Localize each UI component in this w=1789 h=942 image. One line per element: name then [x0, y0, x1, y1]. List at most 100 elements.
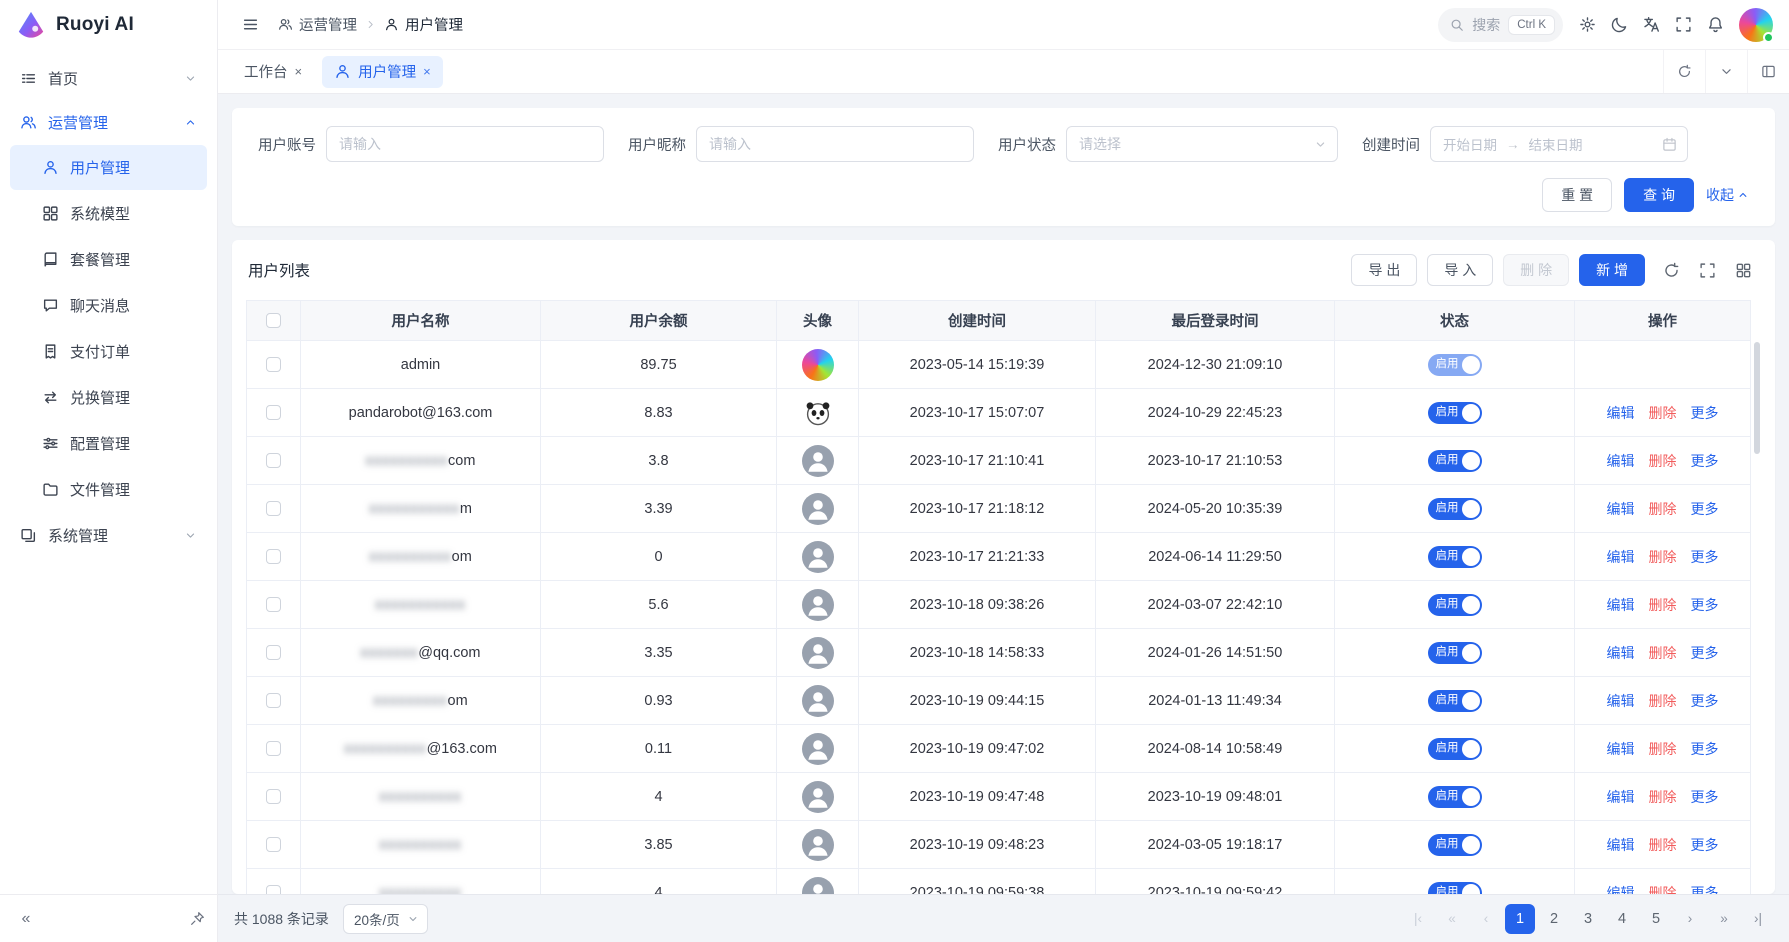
breadcrumb-item[interactable]: 用户管理 — [384, 14, 463, 35]
menu-toggle-button[interactable] — [234, 9, 266, 41]
row-checkbox[interactable] — [266, 597, 281, 612]
status-toggle[interactable]: 启用 — [1428, 834, 1482, 856]
sidebar-item-文件管理[interactable]: 文件管理 — [10, 467, 207, 512]
collapse-filter-link[interactable]: 收起 — [1706, 185, 1749, 205]
edit-link[interactable]: 编辑 — [1607, 789, 1635, 805]
sidebar-item-聊天消息[interactable]: 聊天消息 — [10, 283, 207, 328]
edit-link[interactable]: 编辑 — [1607, 693, 1635, 709]
tab-工作台[interactable]: 工作台× — [232, 56, 314, 88]
layout-tab-button[interactable] — [1747, 50, 1789, 93]
delete-link[interactable]: 删除 — [1649, 789, 1677, 805]
page-button-1[interactable]: 1 — [1505, 904, 1535, 934]
row-checkbox[interactable] — [266, 501, 281, 516]
page-button-2[interactable]: 2 — [1539, 904, 1569, 934]
status-toggle[interactable]: 启用 — [1428, 546, 1482, 568]
delete-link[interactable]: 删除 — [1649, 645, 1677, 661]
row-checkbox[interactable] — [266, 789, 281, 804]
page-button-5[interactable]: 5 — [1641, 904, 1671, 934]
status-toggle[interactable]: 启用 — [1428, 738, 1482, 760]
more-link[interactable]: 更多 — [1691, 741, 1719, 757]
page-size-select[interactable]: 20条/页 — [343, 904, 428, 934]
translate-button[interactable] — [1635, 9, 1667, 41]
status-toggle[interactable]: 启用 — [1428, 786, 1482, 808]
status-toggle[interactable]: 启用 — [1428, 690, 1482, 712]
next-page-button[interactable]: › — [1675, 904, 1705, 934]
edit-link[interactable]: 编辑 — [1607, 597, 1635, 613]
import-button[interactable]: 导 入 — [1427, 254, 1493, 286]
delete-link[interactable]: 删除 — [1649, 597, 1677, 613]
jump-back-button[interactable]: « — [1437, 904, 1467, 934]
sidebar-item-系统管理[interactable]: 系统管理 — [10, 513, 207, 557]
edit-link[interactable]: 编辑 — [1607, 741, 1635, 757]
delete-link[interactable]: 删除 — [1649, 837, 1677, 853]
status-toggle[interactable]: 启用 — [1428, 882, 1482, 895]
edit-link[interactable]: 编辑 — [1607, 645, 1635, 661]
status-toggle[interactable]: 启用 — [1428, 450, 1482, 472]
sidebar-item-支付订单[interactable]: 支付订单 — [10, 329, 207, 374]
settings-button[interactable] — [1571, 9, 1603, 41]
chevron-down-tab-button[interactable] — [1705, 50, 1747, 93]
jump-forward-button[interactable]: » — [1709, 904, 1739, 934]
row-checkbox[interactable] — [266, 741, 281, 756]
search-button[interactable]: 查 询 — [1624, 178, 1694, 212]
global-search[interactable]: 搜索 Ctrl K — [1438, 8, 1563, 42]
table-refresh-icon[interactable] — [1655, 254, 1687, 286]
date-range-picker[interactable]: 开始日期 → 结束日期 — [1430, 126, 1688, 162]
sidebar-item-首页[interactable]: 首页 — [10, 56, 207, 100]
delete-link[interactable]: 删除 — [1649, 693, 1677, 709]
table-fullscreen-icon[interactable] — [1691, 254, 1723, 286]
row-checkbox[interactable] — [266, 405, 281, 420]
select-all-checkbox[interactable] — [266, 313, 281, 328]
user-menu-avatar[interactable] — [1739, 8, 1773, 42]
edit-link[interactable]: 编辑 — [1607, 549, 1635, 565]
close-tab-icon[interactable]: × — [295, 64, 303, 79]
status-toggle[interactable]: 启用 — [1428, 402, 1482, 424]
sidebar-item-套餐管理[interactable]: 套餐管理 — [10, 237, 207, 282]
breadcrumb-item[interactable]: 运营管理 — [278, 14, 357, 35]
dark-mode-button[interactable] — [1603, 9, 1635, 41]
delete-link[interactable]: 删除 — [1649, 405, 1677, 421]
delete-link[interactable]: 删除 — [1649, 885, 1677, 895]
account-input[interactable] — [326, 126, 604, 162]
close-tab-icon[interactable]: × — [423, 64, 431, 79]
page-button-4[interactable]: 4 — [1607, 904, 1637, 934]
pin-icon[interactable] — [190, 911, 205, 926]
status-toggle[interactable]: 启用 — [1428, 642, 1482, 664]
delete-link[interactable]: 删除 — [1649, 453, 1677, 469]
status-toggle[interactable]: 启用 — [1428, 594, 1482, 616]
fullscreen-button[interactable] — [1667, 9, 1699, 41]
row-checkbox[interactable] — [266, 645, 281, 660]
sidebar-collapse-button[interactable]: « — [12, 905, 40, 933]
more-link[interactable]: 更多 — [1691, 645, 1719, 661]
sidebar-item-配置管理[interactable]: 配置管理 — [10, 421, 207, 466]
delete-link[interactable]: 删除 — [1649, 741, 1677, 757]
row-checkbox[interactable] — [266, 885, 281, 894]
row-checkbox[interactable] — [266, 693, 281, 708]
row-checkbox[interactable] — [266, 357, 281, 372]
nickname-input[interactable] — [696, 126, 974, 162]
delete-link[interactable]: 删除 — [1649, 549, 1677, 565]
reset-button[interactable]: 重 置 — [1542, 178, 1612, 212]
edit-link[interactable]: 编辑 — [1607, 405, 1635, 421]
page-button-3[interactable]: 3 — [1573, 904, 1603, 934]
table-column-settings-icon[interactable] — [1727, 254, 1759, 286]
tab-用户管理[interactable]: 用户管理× — [322, 56, 443, 88]
delete-button[interactable]: 删 除 — [1503, 254, 1569, 286]
more-link[interactable]: 更多 — [1691, 789, 1719, 805]
export-button[interactable]: 导 出 — [1351, 254, 1417, 286]
sidebar-item-用户管理[interactable]: 用户管理 — [10, 145, 207, 190]
more-link[interactable]: 更多 — [1691, 837, 1719, 853]
status-toggle[interactable]: 启用 — [1428, 498, 1482, 520]
row-checkbox[interactable] — [266, 837, 281, 852]
delete-link[interactable]: 删除 — [1649, 501, 1677, 517]
notification-button[interactable] — [1699, 9, 1731, 41]
sidebar-item-兑换管理[interactable]: 兑换管理 — [10, 375, 207, 420]
more-link[interactable]: 更多 — [1691, 501, 1719, 517]
sidebar-item-系统模型[interactable]: 系统模型 — [10, 191, 207, 236]
edit-link[interactable]: 编辑 — [1607, 885, 1635, 895]
more-link[interactable]: 更多 — [1691, 453, 1719, 469]
edit-link[interactable]: 编辑 — [1607, 453, 1635, 469]
more-link[interactable]: 更多 — [1691, 693, 1719, 709]
sidebar-item-运营管理[interactable]: 运营管理 — [10, 100, 207, 144]
refresh-tab-button[interactable] — [1663, 50, 1705, 93]
